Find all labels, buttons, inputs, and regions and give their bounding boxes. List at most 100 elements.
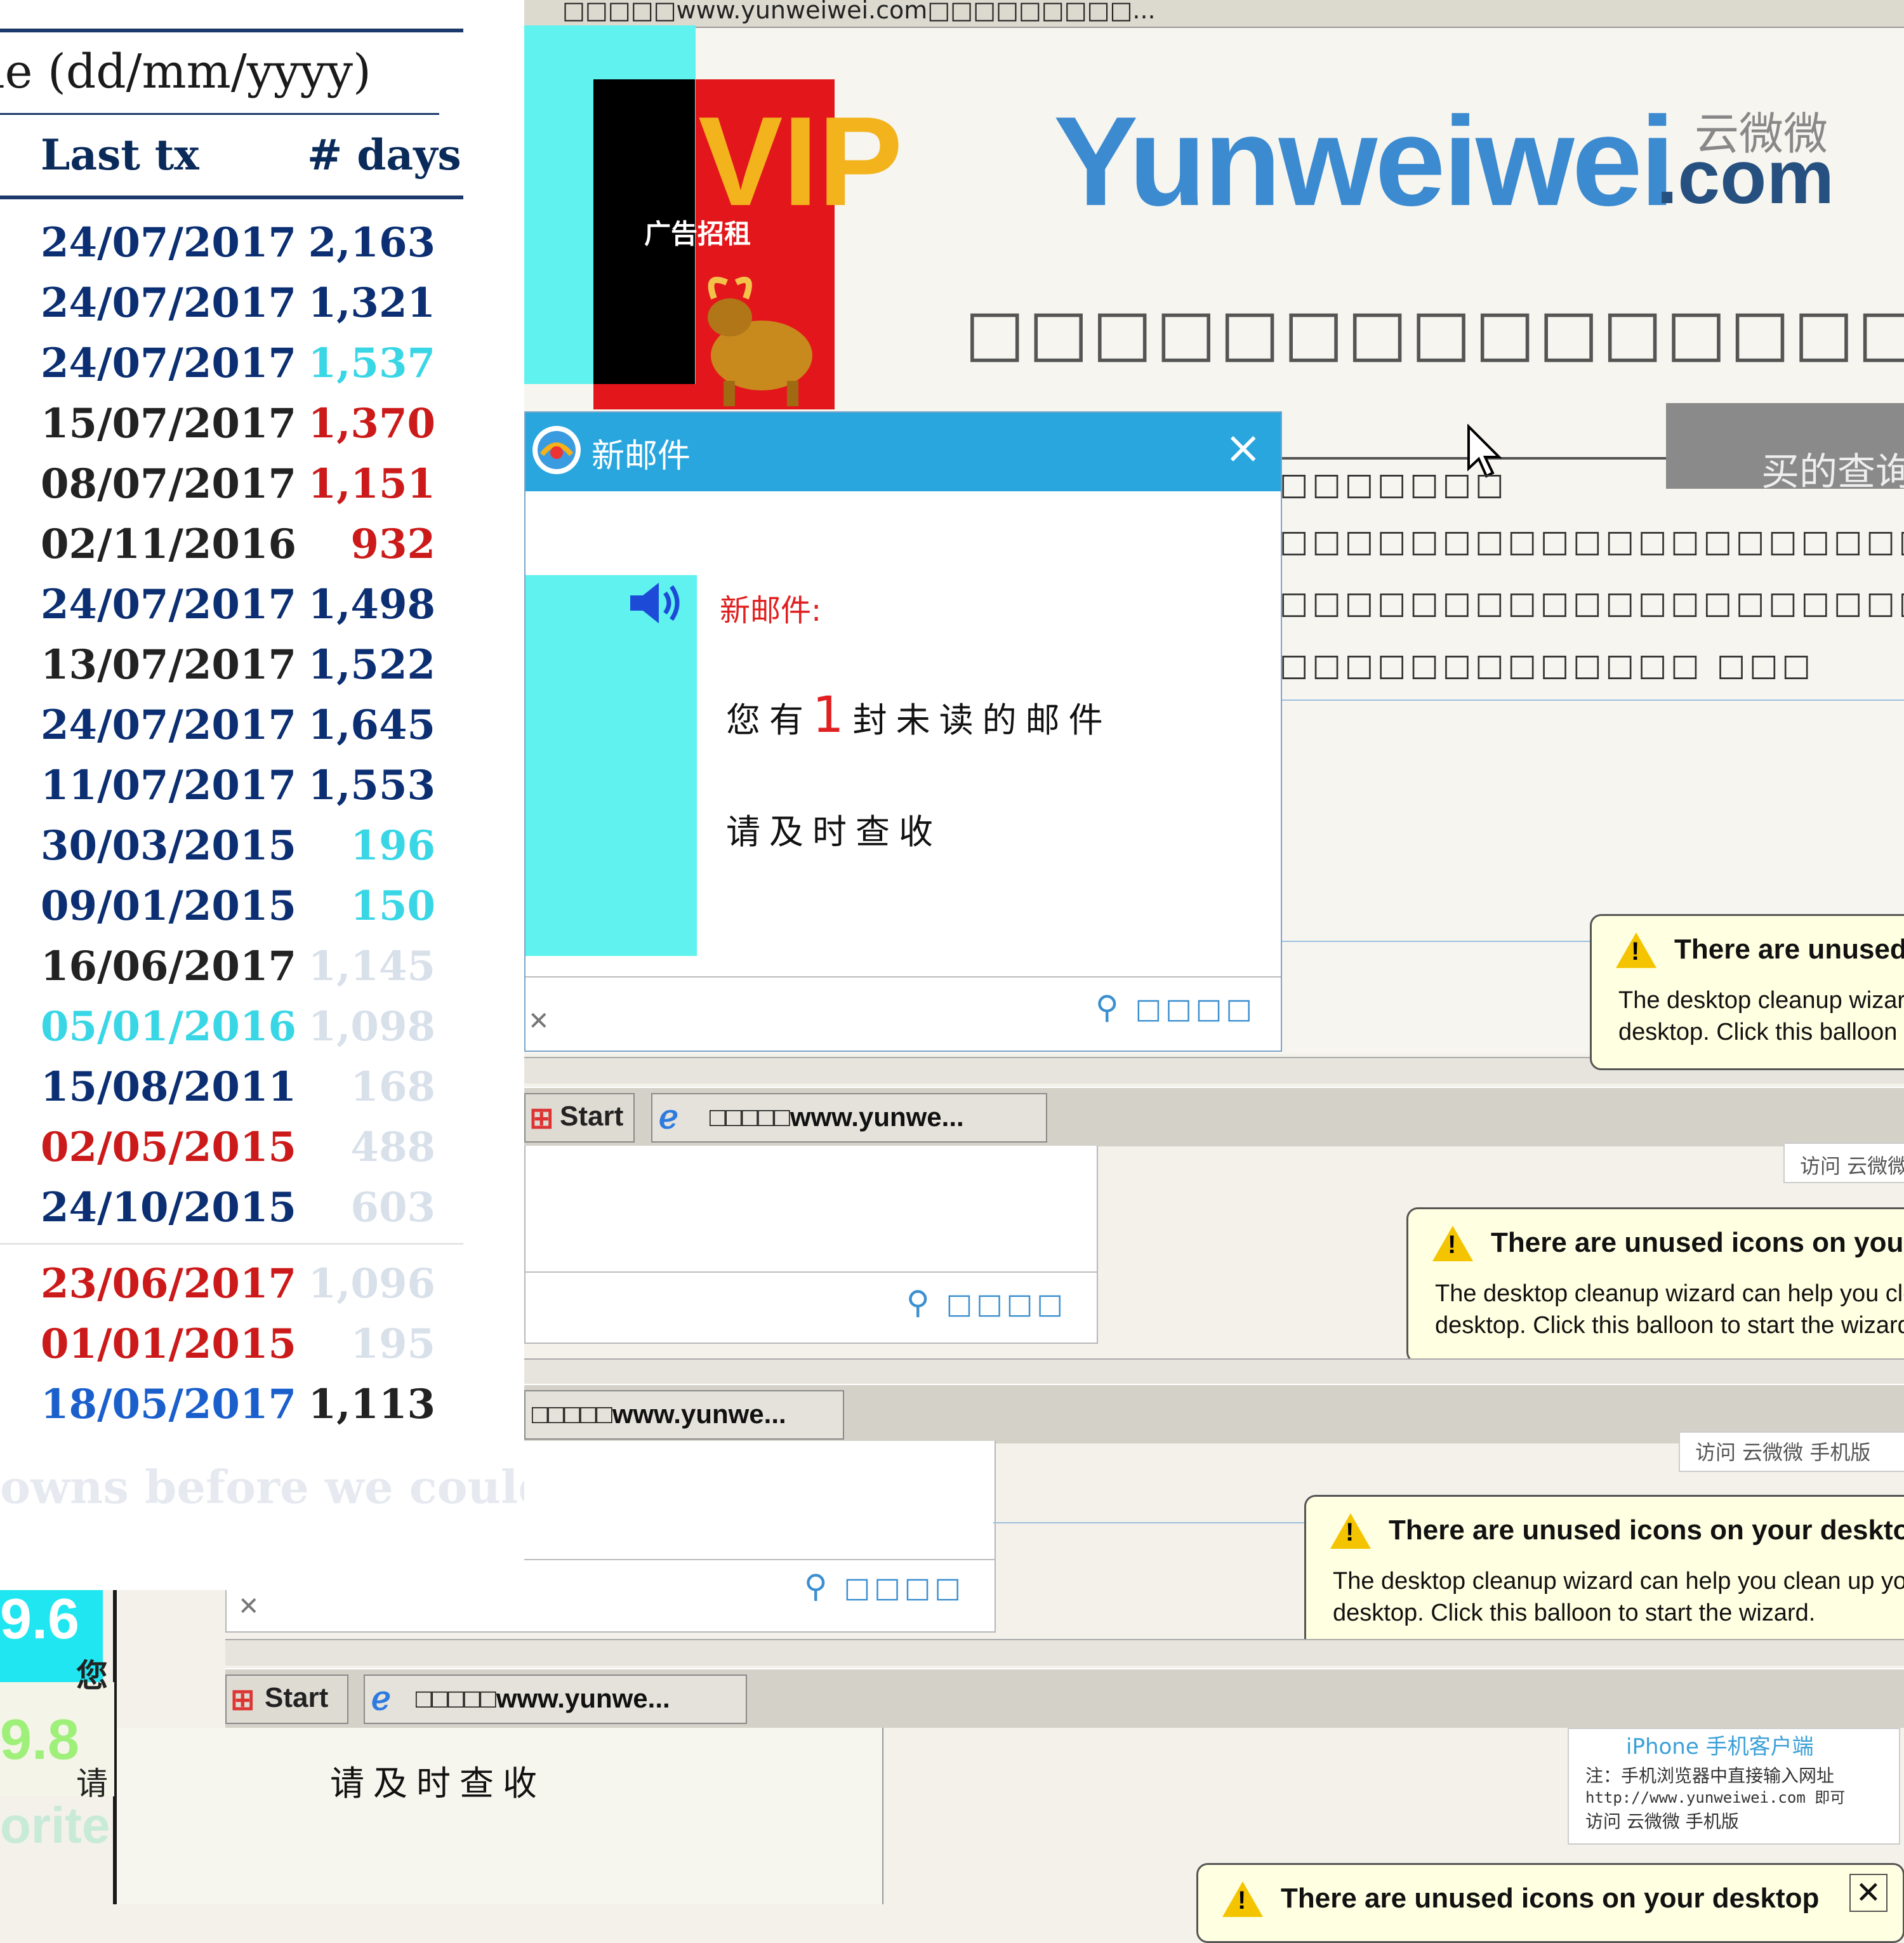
last-tx-date: 02/05/2015	[41, 1124, 296, 1171]
days-count: 195	[350, 1320, 435, 1368]
bottom-check-mail-text: 请及时查收	[330, 1763, 546, 1803]
balloon-close-icon[interactable]: ✕	[1849, 1874, 1887, 1912]
days-count: 168	[350, 1063, 435, 1111]
visit-mobile-label: 访问 云微微 手机版	[1800, 1154, 1904, 1178]
search-icon: ⚲	[804, 1568, 831, 1605]
visit-mobile-ad[interactable]: 访问 云微微 手机版	[1783, 1143, 1904, 1183]
table-row: 15/07/2017 1,370	[0, 400, 524, 460]
taskbar: ⊞ Start ℯ □□□□□www.yunwe...	[225, 1668, 1904, 1728]
taskbar-ie-item[interactable]: ℯ □□□□□www.yunwe...	[651, 1093, 1047, 1143]
fragment-cn-1: 您	[76, 1657, 108, 1694]
popup-title: 新邮件	[592, 437, 691, 475]
table-header-rule	[0, 196, 463, 199]
days-count: 150	[350, 882, 435, 930]
last-tx-date: 23/06/2017	[41, 1260, 296, 1308]
taskbar: ⊞ Start ℯ □□□□□www.yunwe...	[524, 1087, 1904, 1146]
last-tx-date: 11/07/2017	[41, 762, 296, 809]
taskbar-ie-item[interactable]: ℯ □□□□□www.yunwe...	[364, 1674, 747, 1724]
search-icon: ⚲	[906, 1284, 934, 1321]
last-tx-date: 05/01/2016	[41, 1003, 296, 1051]
table-row: 11/07/2017 1,553	[0, 762, 524, 821]
visit-mobile-ad[interactable]: 访问 云微微 手机版	[1679, 1431, 1904, 1472]
iphone-client-ad[interactable]: iPhone 手机客户端 注：手机浏览器中直接输入网址 http://www.y…	[1568, 1728, 1900, 1845]
table-row: 08/07/2017 1,151	[0, 460, 524, 520]
table-row: 24/07/2017 1,537	[0, 340, 524, 399]
days-count: 1,098	[308, 1003, 435, 1051]
new-mail-label: 新邮件:	[720, 593, 822, 628]
column-header-last-tx: Last tx	[41, 130, 199, 180]
search-icon: ⚲	[1095, 989, 1123, 1026]
panel-divider	[526, 1271, 1097, 1273]
browser-title-bar: □□□□□www.yunweiwei.com□□□□□□□□□...	[524, 0, 1904, 28]
days-count: 196	[350, 822, 435, 870]
warning-icon	[1222, 1881, 1263, 1917]
table-row: 05/01/2016 1,098	[0, 1003, 524, 1063]
last-tx-date: 13/07/2017	[41, 641, 296, 689]
balloon-body-line1: The desktop cleanup wizard can help you …	[1435, 1280, 1904, 1307]
balloon-title: There are unused icons on your desktop	[1389, 1515, 1904, 1546]
unread-count: 1	[812, 687, 853, 744]
days-count: 1,096	[308, 1260, 435, 1308]
popup-search-link[interactable]: ⚲ □□□□	[1095, 989, 1256, 1026]
echo-search-link[interactable]: ⚲ □□□□	[906, 1284, 1067, 1321]
table-row: 24/07/2017 1,321	[0, 279, 524, 339]
transactions-table: ne (dd/mm/yyyy) Last tx # days 24/07/201…	[0, 0, 524, 1590]
content-line-2: □□□□□□□□□□□□□□□□□□□□□□	[1279, 524, 1904, 559]
desktop-cleanup-balloon[interactable]: There are unused icons on your desktop T…	[1406, 1207, 1904, 1363]
balloon-body: The desktop cleanup wizard can help you …	[1333, 1565, 1904, 1629]
iphone-client-label: iPhone 手机客户端	[1626, 1734, 1814, 1760]
echo-search-label: □□□□	[946, 1288, 1067, 1320]
days-count: 1,537	[308, 340, 435, 387]
fragment-cn-2: 请	[76, 1765, 108, 1802]
table-row: 02/05/2015 488	[0, 1124, 524, 1183]
table-row: 30/03/2015 196	[0, 822, 524, 882]
visit-mobile-label: 访问 云微微 手机版	[1695, 1440, 1871, 1464]
last-tx-date: 18/05/2017	[41, 1381, 296, 1428]
close-icon[interactable]: ✕	[528, 1007, 550, 1036]
horizontal-scrollbar[interactable]	[524, 1358, 1904, 1385]
popup-search-label: □□□□	[1135, 993, 1256, 1025]
last-tx-date: 15/07/2017	[41, 400, 296, 448]
ad-note-line3: 访问 云微微 手机版	[1585, 1811, 1739, 1832]
days-count: 488	[350, 1124, 435, 1171]
search-button[interactable]: 买的查询	[1666, 403, 1904, 494]
days-count: 1,645	[308, 701, 435, 749]
desktop-cleanup-balloon[interactable]: There are unused icons on your desktop T…	[1590, 914, 1904, 1070]
close-icon[interactable]: ×	[1224, 421, 1262, 474]
ie-icon: ℯ	[659, 1099, 678, 1136]
new-mail-popup[interactable]: 新邮件 × 新邮件: 您有1封未读的邮件 请及时查收 ⚲ □□□□ ✕	[524, 411, 1282, 1052]
start-button[interactable]: ⊞ Start	[225, 1674, 348, 1724]
horizontal-scrollbar[interactable]	[225, 1639, 1904, 1666]
desktop-cleanup-balloon[interactable]: There are unused icons on your desktop ✕	[1196, 1863, 1904, 1943]
close-icon[interactable]: ✕	[238, 1592, 260, 1621]
ad-note-line2: http://www.yunweiwei.com 即可	[1585, 1789, 1846, 1807]
echo-panel: ⚲ □□□□	[524, 1146, 1098, 1344]
content-divider	[1279, 700, 1904, 701]
days-count: 1,321	[308, 279, 435, 327]
unread-prefix: 您有	[726, 700, 812, 740]
site-logo-chinese: 云微微	[1695, 108, 1828, 160]
warning-icon	[1616, 932, 1656, 968]
balloon-title: There are unused icons on your desktop	[1491, 1227, 1904, 1258]
table-row: 18/05/2017 1,113	[0, 1381, 524, 1440]
table-row: 16/06/2017 1,145	[0, 943, 524, 1002]
desktop-cleanup-balloon[interactable]: There are unused icons on your desktop T…	[1304, 1495, 1904, 1651]
page-heading: □□□□□□□□□□□□□□□□	[965, 295, 1904, 369]
echo-search-link[interactable]: ⚲ □□□□	[804, 1568, 965, 1605]
table-row: 23/06/2017 1,096	[0, 1260, 524, 1320]
balloon-body-line2: desktop. Click this balloon to start the…	[1333, 1600, 1816, 1626]
speaker-icon	[630, 583, 680, 623]
site-logo[interactable]: Yunweiwei	[1054, 89, 1675, 235]
table-row: 24/07/2017 1,498	[0, 581, 524, 640]
warning-icon	[1432, 1226, 1473, 1261]
days-count: 1,522	[308, 641, 435, 689]
bull-image	[708, 276, 812, 406]
balloon-body-line2: desktop. Click this balloon to start the…	[1618, 1019, 1904, 1045]
browser-title-text: □□□□□www.yunweiwei.com□□□□□□□□□...	[562, 0, 1156, 24]
taskbar-ie-item[interactable]: □□□□□www.yunwe...	[524, 1390, 844, 1440]
content-line-1: □□□□□□□	[1279, 467, 1508, 502]
balloon-body-line2: desktop. Click this balloon to start the…	[1435, 1312, 1904, 1339]
start-button[interactable]: ⊞ Start	[524, 1093, 635, 1143]
ad-note-line1: 注：手机浏览器中直接输入网址	[1585, 1765, 1835, 1786]
start-label: Start	[560, 1101, 624, 1132]
